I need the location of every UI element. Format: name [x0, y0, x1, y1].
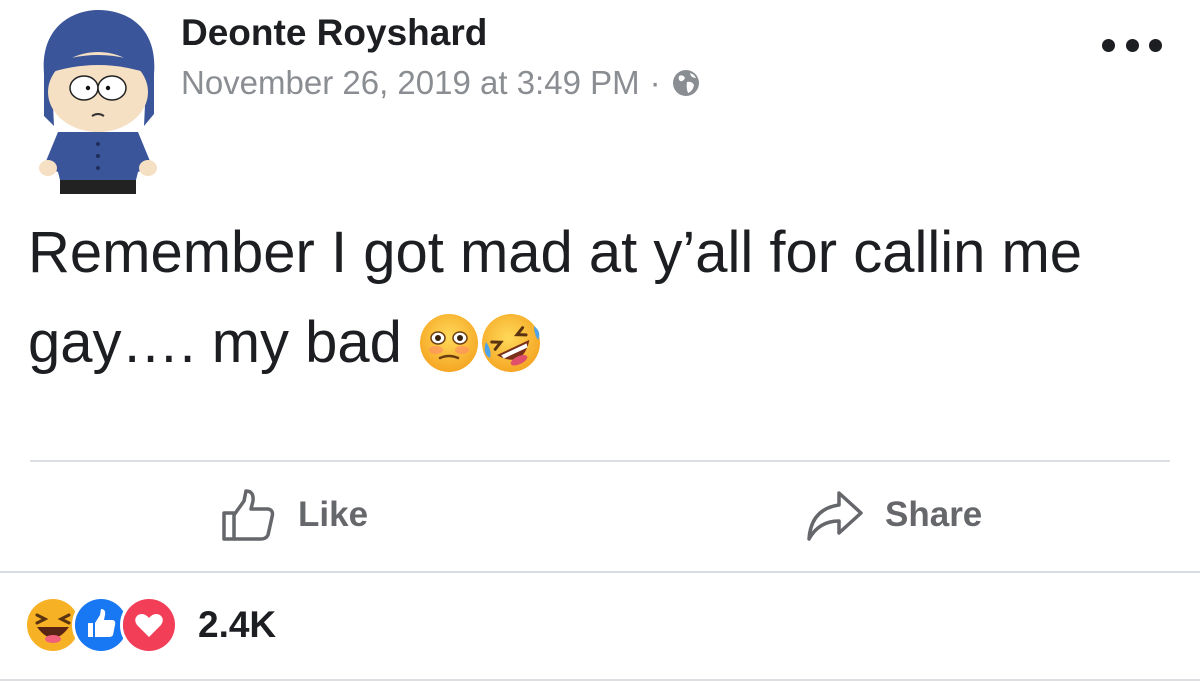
- more-dot: [1102, 38, 1115, 52]
- share-arrow-icon: [807, 491, 863, 541]
- divider: [0, 571, 1200, 573]
- post-text: Remember I got mad at y’all for callin m…: [28, 220, 1083, 375]
- post-timestamp[interactable]: November 26, 2019 at 3:49 PM: [181, 64, 640, 102]
- divider: [30, 460, 1170, 462]
- like-button[interactable]: Like: [218, 484, 368, 546]
- reactions-summary[interactable]: 2.4K: [24, 595, 276, 655]
- more-dot: [1125, 38, 1139, 52]
- like-label: Like: [298, 495, 369, 534]
- rolling-on-floor-laughing-emoji: [482, 314, 541, 372]
- author-name[interactable]: Deonte Royshard: [181, 12, 487, 54]
- meta-separator: ·: [649, 64, 661, 101]
- flushed-face-emoji: [420, 314, 479, 372]
- more-options-button[interactable]: [1102, 30, 1162, 60]
- divider: [0, 679, 1200, 681]
- love-reaction-icon: [120, 596, 178, 654]
- share-label: Share: [885, 495, 983, 534]
- post-meta: November 26, 2019 at 3:49 PM ·: [181, 64, 701, 102]
- post-body: Remember I got mad at y’all for callin m…: [28, 208, 1178, 388]
- reaction-count: 2.4K: [198, 604, 277, 645]
- more-dot: [1149, 38, 1162, 52]
- globe-icon: [672, 70, 699, 96]
- thumbs-up-icon: [222, 489, 275, 541]
- share-button[interactable]: Share: [805, 484, 982, 546]
- avatar[interactable]: [36, 4, 160, 196]
- post-header: Deonte Royshard November 26, 2019 at 3:4…: [0, 0, 1200, 200]
